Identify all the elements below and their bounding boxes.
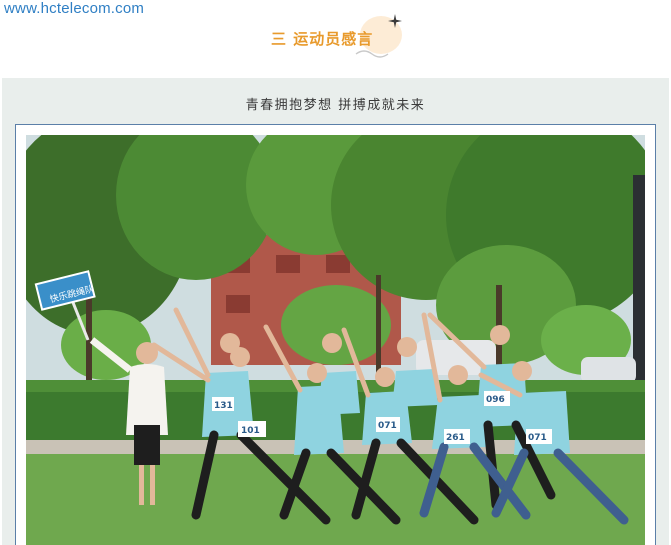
photo-caption: 青春拥抱梦想 拼搏成就未来 <box>245 98 426 113</box>
bib-number: 101 <box>241 426 260 436</box>
section-title: 三 运动员感言 <box>271 30 374 48</box>
bib-number: 261 <box>446 433 465 443</box>
bib-number: 096 <box>486 395 505 405</box>
bib-number: 071 <box>378 421 397 431</box>
bib-number: 071 <box>528 433 547 443</box>
bib-number: 131 <box>214 401 233 411</box>
section-header: 三 运动员感言 <box>0 14 671 64</box>
team-photo: 快乐跳绳队 131 101 071 261 096 071 <box>26 135 645 545</box>
swirl-decoration-icon <box>355 50 389 58</box>
sparkle-icon <box>388 14 402 28</box>
